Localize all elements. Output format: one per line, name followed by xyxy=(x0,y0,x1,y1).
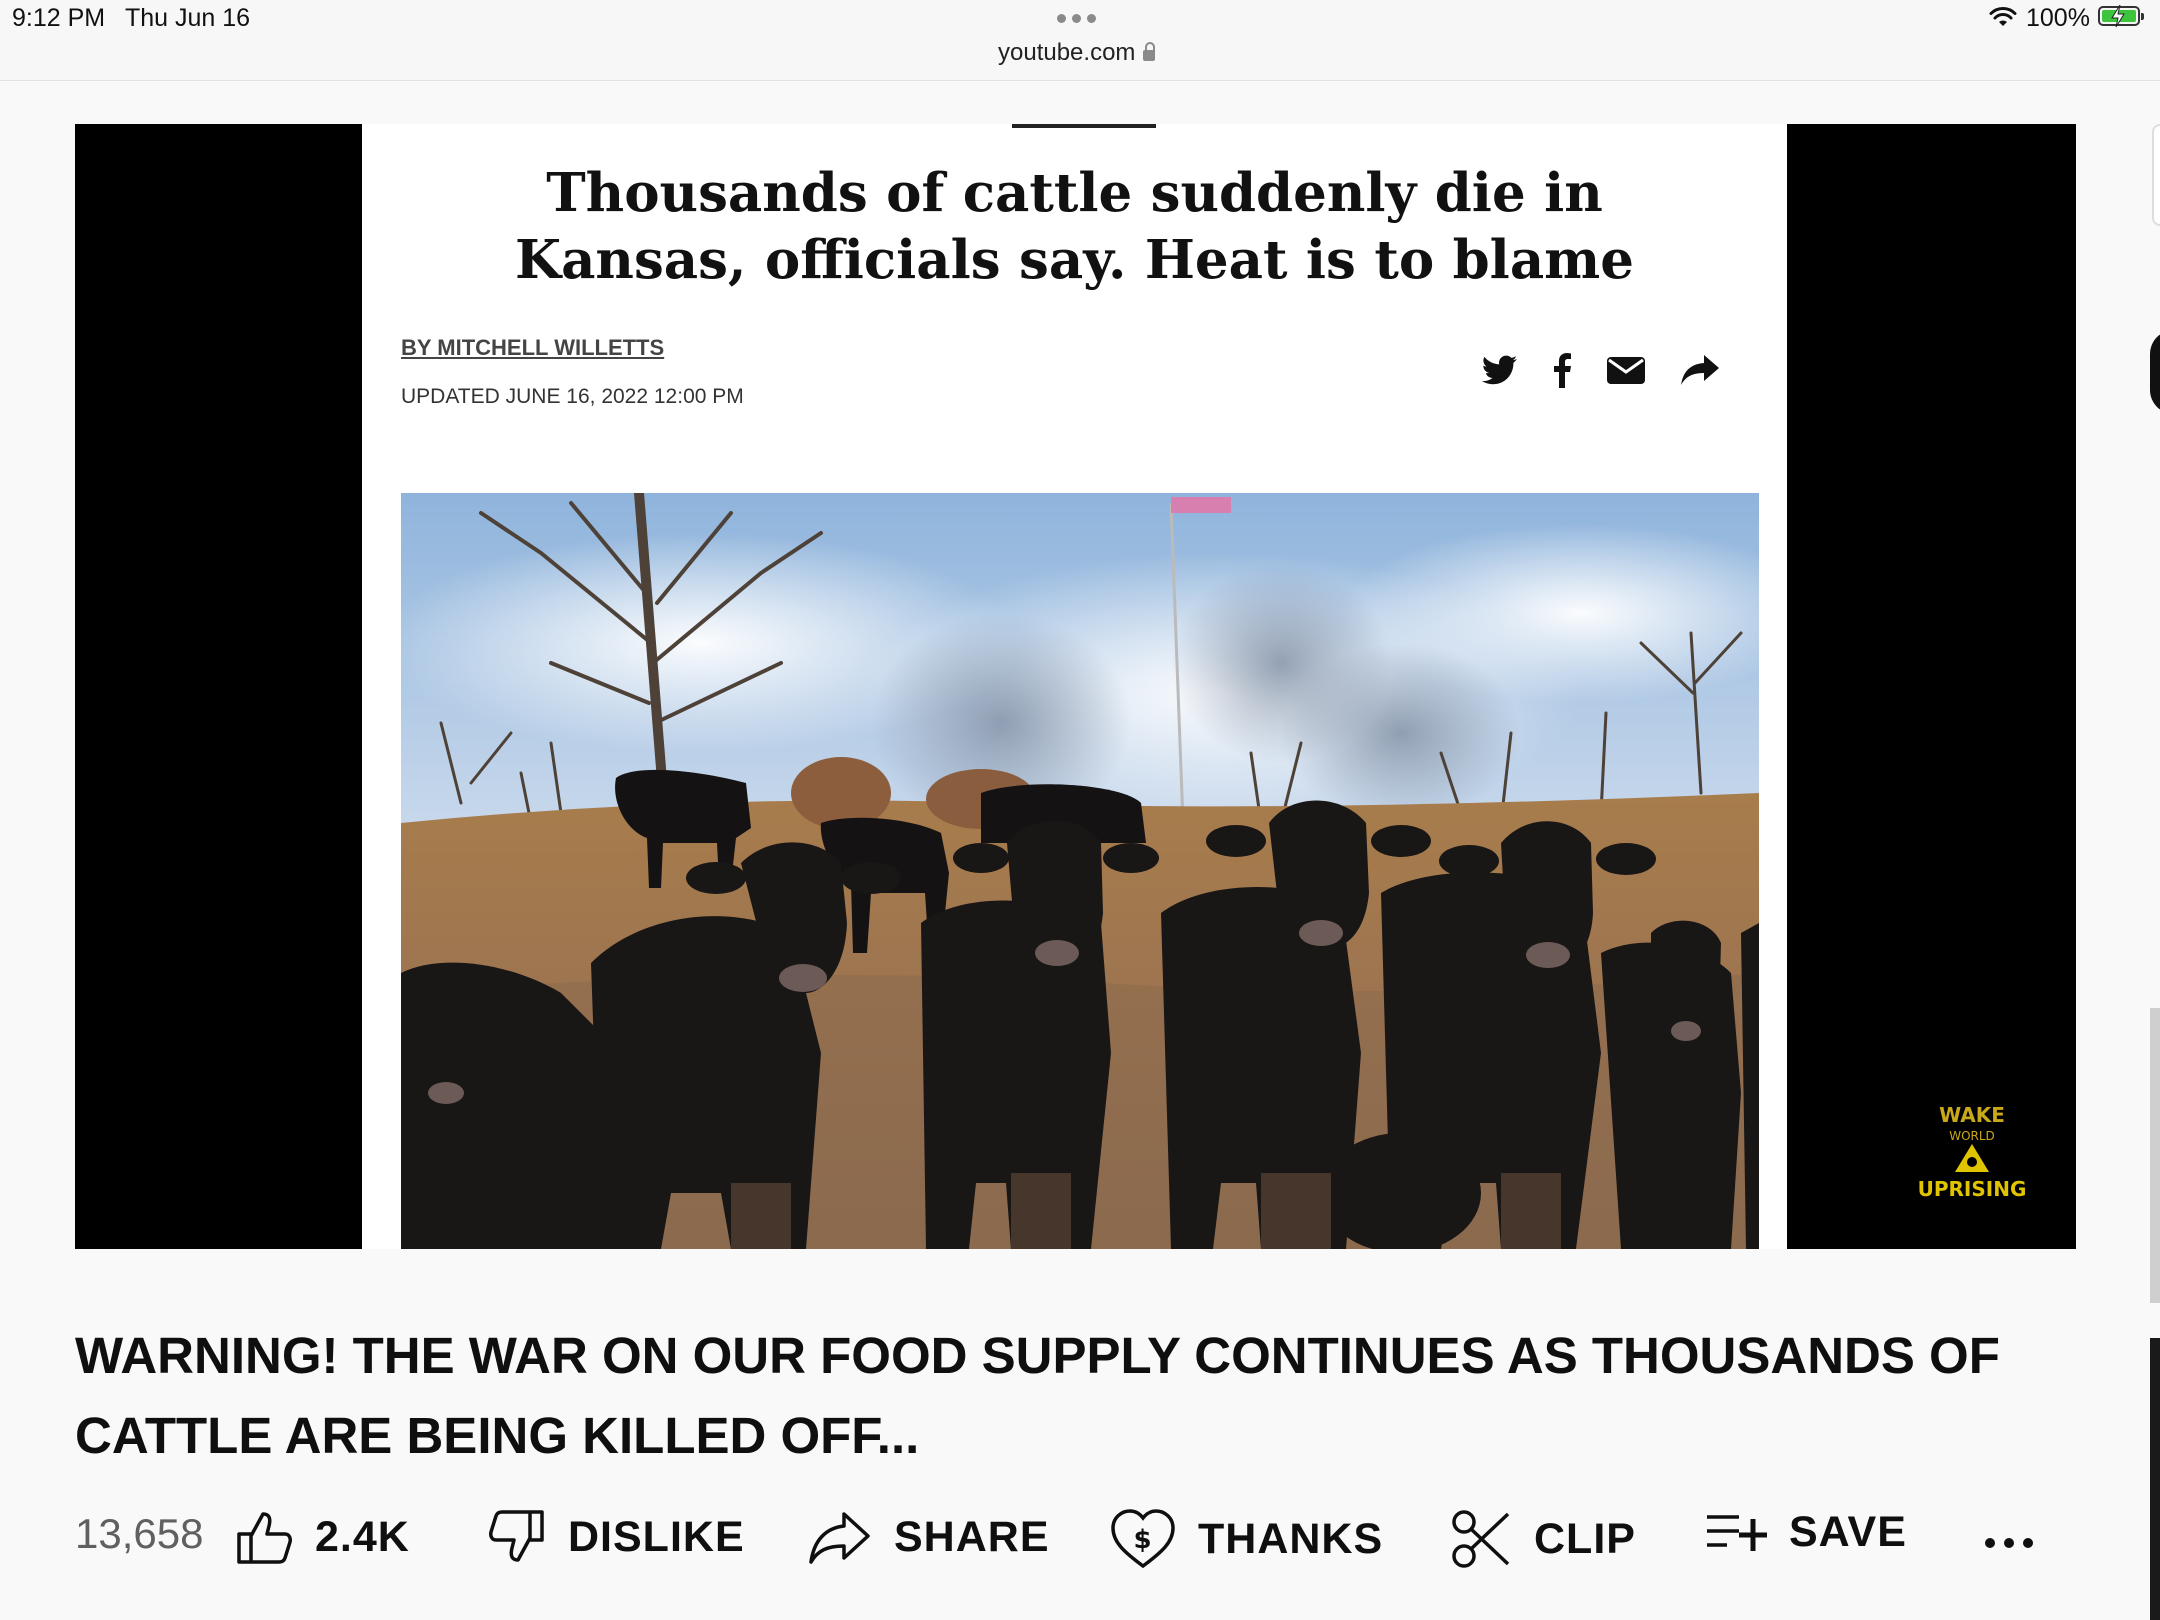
thanks-button[interactable]: $ THANKS xyxy=(1110,1508,1383,1570)
sidebar-card-edge xyxy=(2152,124,2160,226)
article-screenshot: Thousands of cattle suddenly die in Kans… xyxy=(362,124,1787,1249)
lock-icon xyxy=(1143,41,1156,61)
heart-dollar-icon: $ xyxy=(1111,1509,1175,1569)
herd-of-black-cattle-photo xyxy=(401,493,1759,1249)
charging-bolt-icon xyxy=(2111,4,2125,28)
sidebar-avatar-edge xyxy=(2150,330,2160,414)
thumbs-down-icon xyxy=(489,1510,544,1562)
video-actions-bar: 13,658 2.4K DISLIKE SHARE $ THANKS CLIP xyxy=(75,1500,2085,1590)
status-bar: 9:12 PM Thu Jun 16 youtube.com 100% xyxy=(0,0,2160,81)
sidebar-scroll-edge xyxy=(2150,1008,2160,1303)
article-updated: UPDATED JUNE 16, 2022 12:00 PM xyxy=(401,385,744,408)
article-headline: Thousands of cattle suddenly die in Kans… xyxy=(515,162,1634,291)
clip-label: CLIP xyxy=(1534,1514,1636,1563)
url-text: youtube.com xyxy=(998,39,1136,66)
dislike-button[interactable]: DISLIKE xyxy=(488,1508,745,1566)
article-byline: BY MITCHELL WILLETTS xyxy=(401,335,665,360)
thanks-label: THANKS xyxy=(1198,1514,1384,1563)
status-date: Thu Jun 16 xyxy=(125,4,251,32)
dislike-label: DISLIKE xyxy=(568,1512,745,1561)
wifi-icon xyxy=(1989,7,2017,26)
like-button[interactable]: 2.4K xyxy=(235,1508,410,1566)
status-time: 9:12 PM xyxy=(12,4,106,32)
scissors-icon xyxy=(1452,1510,1510,1568)
twitter-icon xyxy=(1482,355,1517,385)
battery-percent: 100% xyxy=(2026,4,2090,32)
share-label: SHARE xyxy=(894,1512,1050,1561)
more-actions-icon[interactable] xyxy=(1985,1538,2033,1548)
sidebar-thumbnail-edge xyxy=(2150,1338,2160,1620)
share-button[interactable]: SHARE xyxy=(808,1508,1050,1566)
share-arrow-icon xyxy=(1681,355,1719,385)
channel-watermark-logo: WAKE WORLD UPRISING xyxy=(1915,1094,2030,1204)
playlist-add-icon xyxy=(1707,1514,1767,1551)
email-icon xyxy=(1607,357,1645,384)
video-player[interactable]: Thousands of cattle suddenly die in Kans… xyxy=(75,124,2076,1249)
share-icon xyxy=(809,1512,870,1564)
thumbs-up-icon xyxy=(237,1512,292,1564)
svg-text:UPRISING: UPRISING xyxy=(1918,1177,2027,1201)
like-count: 2.4K xyxy=(315,1512,410,1561)
video-title[interactable]: WARNING! THE WAR ON OUR FOOD SUPPLY CONT… xyxy=(75,1316,2055,1476)
save-label: SAVE xyxy=(1789,1508,1907,1556)
address-bar[interactable]: youtube.com xyxy=(998,39,1156,67)
save-button[interactable]: SAVE xyxy=(1705,1508,1907,1557)
svg-text:WAKE: WAKE xyxy=(1939,1103,2005,1127)
article-share-icons xyxy=(1482,352,1720,388)
clip-button[interactable]: CLIP xyxy=(1450,1508,1636,1570)
article-top-rule xyxy=(1012,124,1156,128)
facebook-icon xyxy=(1554,353,1571,388)
multitasking-dots-icon[interactable] xyxy=(1057,14,1096,23)
view-count: 13,658 xyxy=(75,1510,204,1557)
svg-text:WORLD: WORLD xyxy=(1949,1129,1995,1143)
svg-text:$: $ xyxy=(1133,1525,1152,1555)
